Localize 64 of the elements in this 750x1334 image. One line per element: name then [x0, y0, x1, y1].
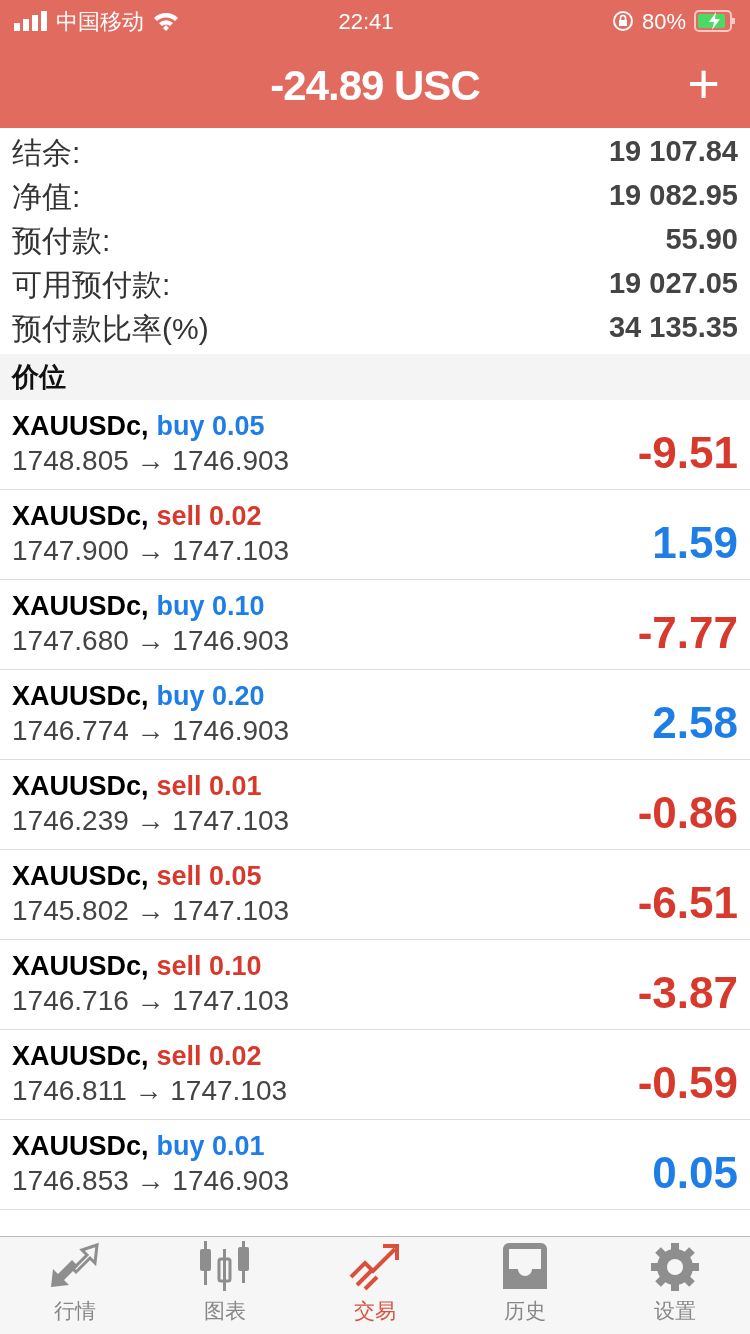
- carrier-name: 中国移动: [56, 7, 144, 36]
- symbol-name: XAUUSDc,: [12, 590, 149, 623]
- price-range: 1747.680 → 1746.903: [12, 623, 290, 658]
- tab-button[interactable]: 设置: [600, 1237, 750, 1334]
- tab-button[interactable]: 交易: [300, 1237, 450, 1334]
- price-range: 1746.716 → 1747.103: [12, 983, 290, 1018]
- summary-label: 净值:: [12, 178, 81, 215]
- rotation-lock-icon: [611, 10, 634, 32]
- order-type: sell 0.10: [156, 950, 262, 983]
- summary-value: 19 082.95: [609, 178, 738, 214]
- price-range: 1745.802 → 1747.103: [12, 893, 290, 928]
- profit-total: -24.89 USC: [270, 60, 480, 111]
- symbol-name: XAUUSDc,: [12, 410, 149, 443]
- price-range: 1746.853 → 1746.903: [12, 1163, 290, 1198]
- price-range: 1746.774 → 1746.903: [12, 713, 290, 748]
- profit-value: -6.51: [637, 876, 738, 929]
- summary-label: 预付款:: [12, 222, 111, 259]
- signal-icon: [14, 11, 48, 31]
- gear-icon: [649, 1241, 701, 1291]
- symbol-name: XAUUSDc,: [12, 1040, 149, 1073]
- tab-button[interactable]: 行情: [0, 1237, 150, 1334]
- battery-percent: 80%: [641, 7, 686, 36]
- price-range: 1747.900 → 1747.103: [12, 533, 290, 568]
- symbol-name: XAUUSDc,: [12, 770, 149, 803]
- clock-time: 22:41: [338, 7, 394, 36]
- profit-value: 2.58: [652, 696, 738, 749]
- trend-arrow-icon: [349, 1241, 401, 1291]
- tab-button[interactable]: 图表: [150, 1237, 300, 1334]
- profit-value: -0.86: [637, 786, 738, 839]
- wifi-icon: [152, 11, 180, 31]
- symbol-name: XAUUSDc,: [12, 860, 149, 893]
- order-type: buy 0.05: [156, 410, 265, 443]
- order-type: buy 0.20: [156, 680, 265, 713]
- profit-value: 1.59: [652, 516, 738, 569]
- symbol-name: XAUUSDc,: [12, 1130, 149, 1163]
- summary-label: 预付款比率(%): [12, 310, 209, 347]
- order-type: buy 0.01: [156, 1130, 265, 1163]
- order-type: sell 0.02: [156, 1040, 262, 1073]
- summary-label: 可用预付款:: [12, 266, 171, 303]
- summary-value: 19 027.05: [609, 266, 738, 302]
- symbol-name: XAUUSDc,: [12, 950, 149, 983]
- summary-value: 34 135.35: [609, 310, 738, 346]
- summary-value: 55.90: [665, 222, 738, 258]
- summary-value: 19 107.84: [609, 134, 738, 170]
- order-type: sell 0.01: [156, 770, 262, 803]
- section-title: 价位: [12, 360, 66, 394]
- price-range: 1746.811 → 1747.103: [12, 1073, 288, 1108]
- price-range: 1746.239 → 1747.103: [12, 803, 290, 838]
- profit-value: -7.77: [637, 606, 738, 659]
- summary-label: 结余:: [12, 134, 81, 171]
- battery-icon: [694, 10, 736, 32]
- symbol-name: XAUUSDc,: [12, 500, 149, 533]
- profit-value: -3.87: [637, 966, 738, 1019]
- add-button[interactable]: +: [687, 56, 720, 112]
- profit-value: -0.59: [637, 1056, 738, 1109]
- profit-value: 0.05: [652, 1146, 738, 1199]
- order-type: sell 0.05: [156, 860, 262, 893]
- candlestick-icon: [198, 1241, 252, 1291]
- price-range: 1748.805 → 1746.903: [12, 443, 290, 478]
- profit-value: -9.51: [637, 426, 738, 479]
- tab-button[interactable]: 历史: [450, 1237, 600, 1334]
- order-type: buy 0.10: [156, 590, 265, 623]
- order-type: sell 0.02: [156, 500, 262, 533]
- symbol-name: XAUUSDc,: [12, 680, 149, 713]
